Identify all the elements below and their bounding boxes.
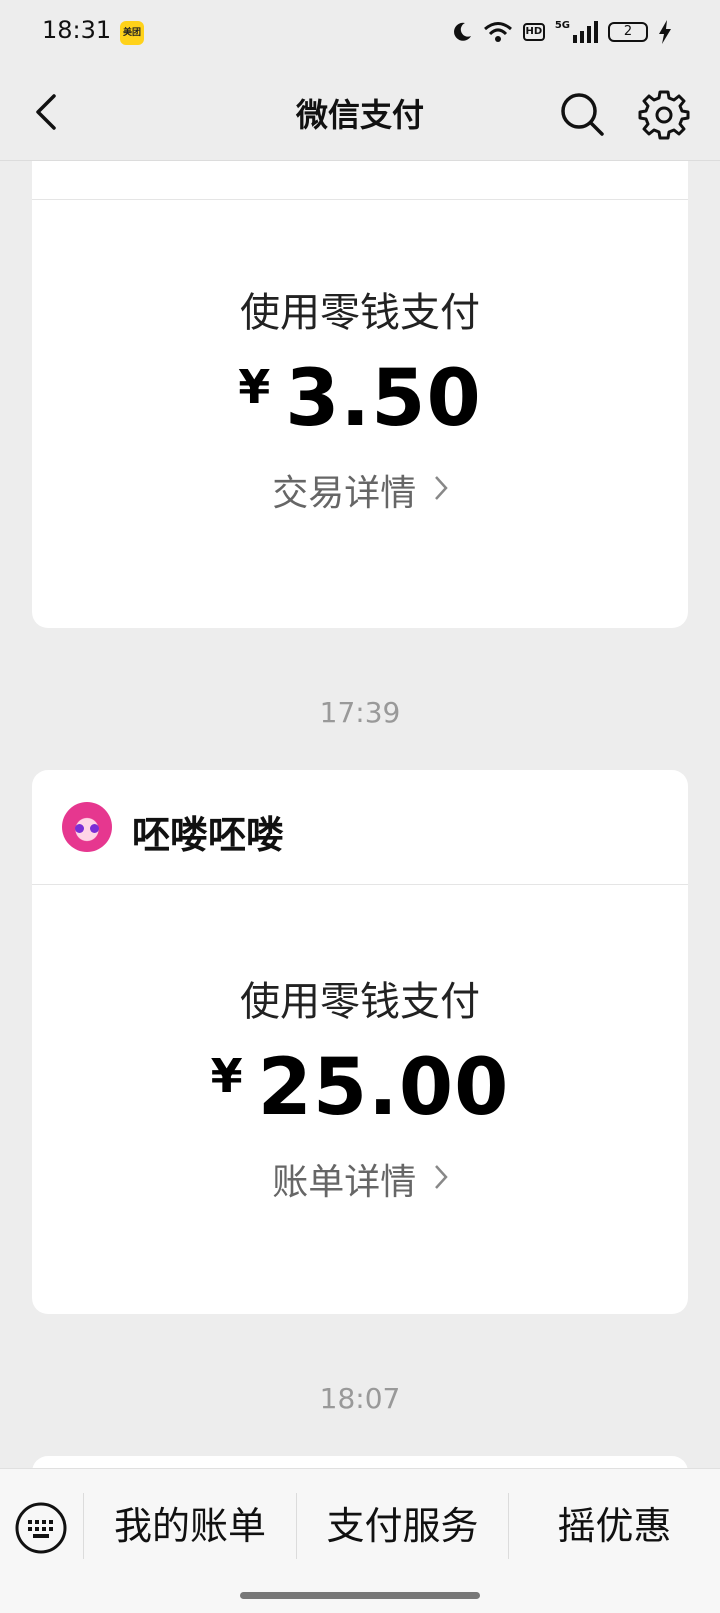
- moon-icon: [453, 22, 471, 41]
- payment-amount: ¥25.00: [32, 1043, 688, 1133]
- pay-method-label: 使用零钱支付: [240, 979, 480, 1025]
- amount-value: 3.50: [285, 354, 482, 444]
- merchant-name: 呸喽呸喽: [132, 813, 285, 857]
- currency-symbol: ¥: [238, 360, 272, 414]
- amount-value: 25.00: [257, 1043, 510, 1133]
- menu-payment-services[interactable]: 支付服务: [297, 1491, 508, 1561]
- signal-icon: [573, 21, 598, 43]
- detail-label: 账单详情: [272, 1162, 417, 1203]
- status-time: 18:31: [42, 16, 112, 44]
- menu-shake-offers[interactable]: 摇优惠: [509, 1491, 720, 1561]
- pay-method-label: 使用零钱支付: [240, 290, 480, 336]
- chevron-left-icon[interactable]: [24, 88, 72, 136]
- payment-amount: ¥3.50: [32, 354, 688, 444]
- chevron-right-icon: [434, 476, 448, 500]
- payment-card: 使用零钱支付 ¥3.50 交易详情: [32, 110, 688, 628]
- keyboard-icon[interactable]: [14, 1501, 68, 1555]
- currency-symbol: ¥: [210, 1049, 244, 1103]
- nav-bar: 微信支付: [0, 64, 720, 161]
- hd-icon: HD: [522, 23, 545, 41]
- chevron-right-icon: [434, 1165, 448, 1189]
- transaction-detail-link[interactable]: 交易详情: [32, 464, 688, 516]
- battery-icon: 2: [608, 22, 648, 42]
- bill-detail-link[interactable]: 账单详情: [32, 1153, 688, 1205]
- menu-my-bills[interactable]: 我的账单: [84, 1491, 296, 1561]
- page-title: 微信支付: [295, 96, 424, 134]
- home-indicator[interactable]: [240, 1592, 480, 1599]
- status-icons: HD 5G 2: [451, 18, 672, 46]
- network-type: 5G: [554, 19, 570, 31]
- charging-icon: [659, 20, 671, 44]
- message-timestamp: 17:39: [319, 696, 401, 729]
- status-bar: 18:31 美团 HD 5G 2: [0, 0, 720, 64]
- gear-icon[interactable]: [638, 88, 690, 140]
- payment-card: 呸喽呸喽 使用零钱支付 ¥25.00 账单详情: [32, 770, 688, 1314]
- wifi-icon: [483, 22, 512, 42]
- meituan-app-icon: 美团: [120, 21, 144, 45]
- message-timestamp: 18:07: [319, 1382, 401, 1415]
- search-icon[interactable]: [558, 90, 606, 138]
- card-header[interactable]: 呸喽呸喽: [32, 770, 688, 885]
- merchant-avatar: [62, 802, 112, 852]
- detail-label: 交易详情: [272, 473, 417, 514]
